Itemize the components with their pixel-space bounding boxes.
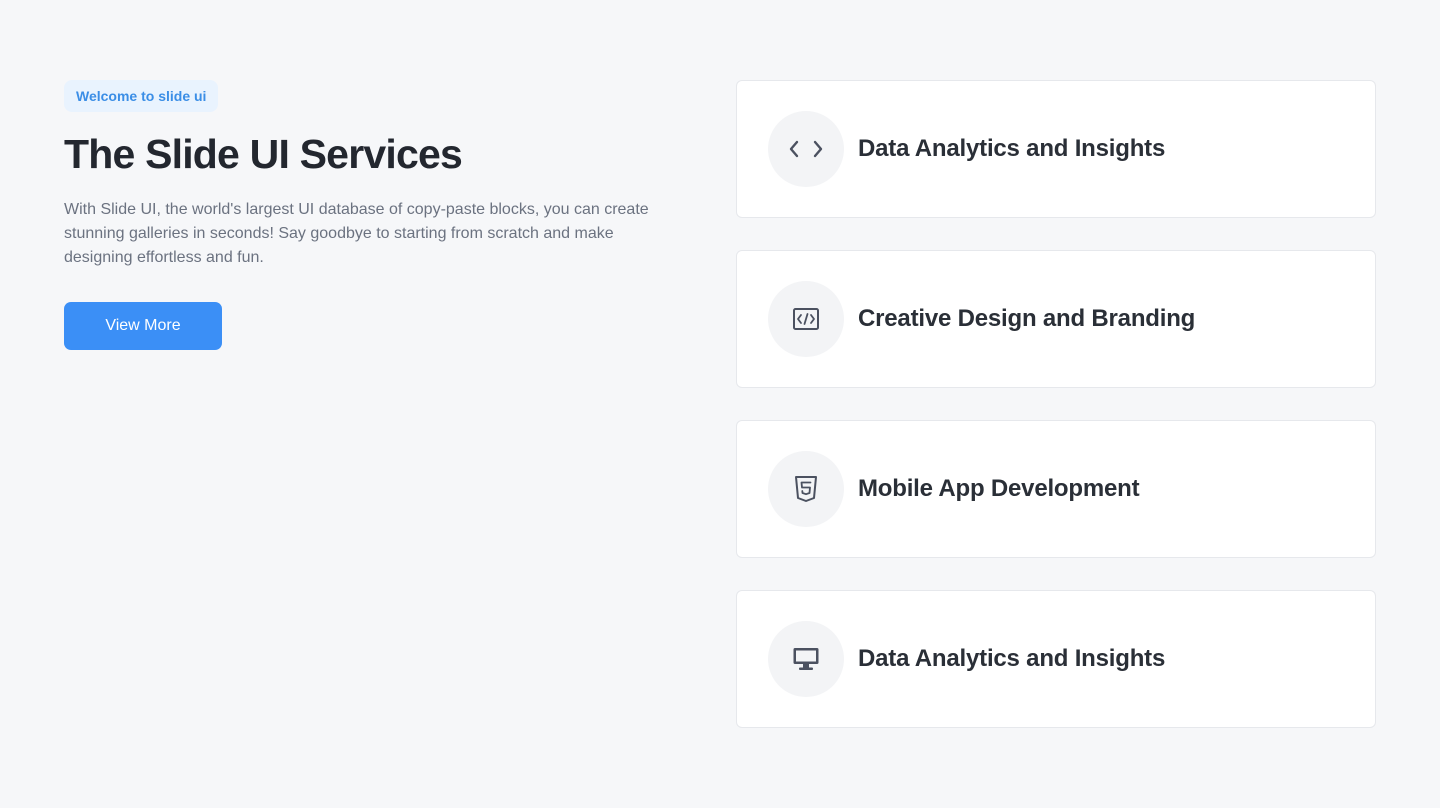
service-card-data-analytics-2[interactable]: Data Analytics and Insights xyxy=(736,590,1376,728)
service-card-list: Data Analytics and Insights Creative Des… xyxy=(736,80,1376,760)
code-brackets-icon xyxy=(768,111,844,187)
service-card-creative-design[interactable]: Creative Design and Branding xyxy=(736,250,1376,388)
hero-content: Welcome to slide ui The Slide UI Service… xyxy=(64,80,674,350)
service-title: Data Analytics and Insights xyxy=(858,645,1166,672)
code-file-icon xyxy=(768,281,844,357)
service-title: Mobile App Development xyxy=(858,475,1140,502)
view-more-button[interactable]: View More xyxy=(64,302,222,350)
service-title: Data Analytics and Insights xyxy=(858,135,1166,162)
monitor-icon xyxy=(768,621,844,697)
hero-description: With Slide UI, the world's largest UI da… xyxy=(64,201,649,266)
welcome-badge: Welcome to slide ui xyxy=(64,80,219,112)
service-card-data-analytics[interactable]: Data Analytics and Insights xyxy=(736,80,1376,218)
services-section: Welcome to slide ui The Slide UI Service… xyxy=(0,0,1440,808)
service-title: Creative Design and Branding xyxy=(858,305,1196,332)
service-card-mobile-app[interactable]: Mobile App Development xyxy=(736,420,1376,558)
page-title: The Slide UI Services xyxy=(64,131,463,177)
html5-icon xyxy=(768,451,844,527)
